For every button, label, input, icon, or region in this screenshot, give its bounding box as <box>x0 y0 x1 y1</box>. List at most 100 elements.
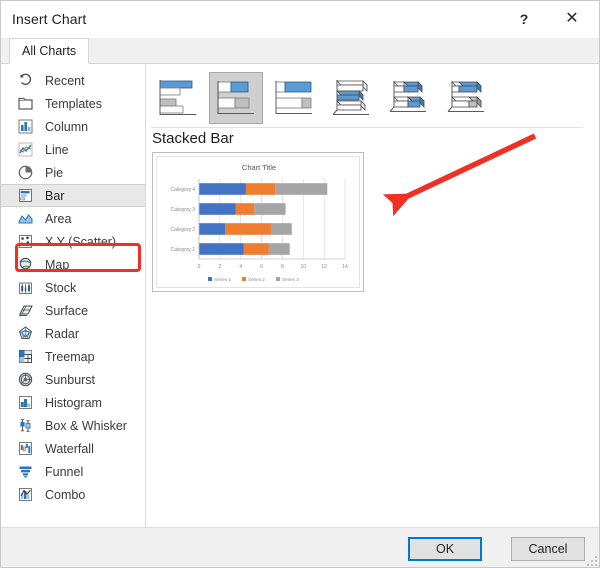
subtype-stacked-bar[interactable] <box>209 72 263 124</box>
svg-text:Series 3: Series 3 <box>282 277 299 282</box>
tab-strip: All Charts <box>1 38 599 64</box>
tab-all-charts-label: All Charts <box>22 44 77 58</box>
sidebar-item-label: Pie <box>45 165 64 180</box>
map-icon <box>19 257 32 271</box>
svg-text:8: 8 <box>281 264 284 270</box>
sidebar-item-label: Radar <box>45 326 80 341</box>
subtype-100-stacked-bar[interactable] <box>267 72 321 124</box>
scatter-icon <box>19 235 32 248</box>
funnel-icon <box>19 466 32 478</box>
insert-chart-dialog: Insert Chart ? ✕ All Charts Recent Templ… <box>0 0 600 568</box>
stacked-bar-icon <box>217 81 254 115</box>
dialog-footer: OK Cancel <box>1 527 599 567</box>
svg-text:10: 10 <box>301 264 307 270</box>
sidebar-item-label: Line <box>45 142 69 157</box>
templates-icon <box>18 97 33 110</box>
tab-all-charts[interactable]: All Charts <box>9 38 90 64</box>
svg-text:2: 2 <box>218 264 221 270</box>
svg-text:Category 3: Category 3 <box>171 207 196 213</box>
sidebar-item-line[interactable]: Line <box>1 138 145 161</box>
area-icon <box>18 214 33 224</box>
sidebar-item-box-whisker[interactable]: Box & Whisker <box>1 414 145 437</box>
gallery-divider <box>151 127 583 128</box>
bar3d-clustered-icon <box>332 80 369 115</box>
sidebar-item-recent[interactable]: Recent <box>1 69 145 92</box>
sidebar-item-bar[interactable]: Bar <box>1 184 145 207</box>
sidebar-item-pie[interactable]: Pie <box>1 161 145 184</box>
sidebar-item-label: Column <box>45 119 89 134</box>
chart-subtype-gallery[interactable] <box>151 69 591 127</box>
svg-text:Category 2: Category 2 <box>171 227 196 233</box>
sidebar-item-label: X Y (Scatter) <box>45 234 117 249</box>
sidebar-item-stock[interactable]: Stock <box>1 276 145 299</box>
help-icon[interactable]: ? <box>511 7 537 31</box>
sunburst-icon <box>18 372 33 387</box>
svg-text:Series 2: Series 2 <box>248 277 265 282</box>
sidebar-item-treemap[interactable]: Treemap <box>1 345 145 368</box>
sidebar-item-label: Histogram <box>45 395 102 410</box>
waterfall-icon <box>19 442 32 455</box>
sidebar-item-label: Bar <box>45 188 65 203</box>
svg-text:Category 4: Category 4 <box>171 187 196 193</box>
sidebar-item-label: Area <box>45 211 72 226</box>
sidebar-item-label: Treemap <box>45 349 95 364</box>
close-icon[interactable]: ✕ <box>559 7 585 31</box>
sidebar-item-waterfall[interactable]: Waterfall <box>1 437 145 460</box>
sidebar-item-sunburst[interactable]: Sunburst <box>1 368 145 391</box>
recent-icon <box>20 73 32 85</box>
treemap-icon <box>19 350 32 363</box>
histogram-icon <box>19 396 32 409</box>
svg-text:0: 0 <box>198 264 201 270</box>
sidebar-item-radar[interactable]: Radar <box>1 322 145 345</box>
svg-text:Category 1: Category 1 <box>171 247 196 253</box>
sidebar-item-label: Stock <box>45 280 77 295</box>
svg-text:Chart Title: Chart Title <box>242 163 276 172</box>
surface-icon <box>19 305 33 317</box>
page-title: Insert Chart <box>12 11 87 27</box>
sidebar-item-templates[interactable]: Templates <box>1 92 145 115</box>
cancel-button-label: Cancel <box>528 542 568 556</box>
sidebar-item-label: Templates <box>45 96 102 111</box>
sidebar-item-map[interactable]: Map <box>1 253 145 276</box>
sidebar-item-label: Waterfall <box>45 441 94 456</box>
combo-icon <box>19 488 32 501</box>
svg-text:6: 6 <box>260 264 263 270</box>
subtype-3d-clustered-bar[interactable] <box>325 72 379 124</box>
sidebar-item-area[interactable]: Area <box>1 207 145 230</box>
help-glyph: ? <box>519 11 529 27</box>
sidebar-item-label: Surface <box>45 303 89 318</box>
cancel-button[interactable]: Cancel <box>511 537 585 561</box>
sidebar-item-combo[interactable]: Combo <box>1 483 145 506</box>
pct-stacked-bar-icon <box>275 81 312 114</box>
svg-text:12: 12 <box>321 264 327 270</box>
sidebar-item-surface[interactable]: Surface <box>1 299 145 322</box>
sidebar-item-label: Funnel <box>45 464 84 479</box>
bar3d-stacked-icon <box>389 81 426 112</box>
chart-subtype-pane: Stacked Bar Chart Title 0 2 4 6 8 10 12 14 Catego… <box>147 64 599 527</box>
chart-type-list[interactable]: Recent Templates Column Line Pie Bar Are… <box>1 64 146 527</box>
resize-grip[interactable] <box>587 556 597 566</box>
line-icon <box>18 142 33 157</box>
chart-preview[interactable]: Chart Title 0 2 4 6 8 10 12 14 Category 1 Category… <box>152 152 364 292</box>
subtype-3d-stacked-bar[interactable] <box>383 72 437 124</box>
svg-text:Series 1: Series 1 <box>214 277 231 282</box>
sidebar-item-label: Box & Whisker <box>45 418 127 433</box>
sidebar-item-funnel[interactable]: Funnel <box>1 460 145 483</box>
boxwhisker-icon <box>20 419 31 432</box>
subtype-clustered-bar[interactable] <box>151 72 205 124</box>
svg-text:4: 4 <box>239 264 242 270</box>
stacked-bar-chart: Chart Title 0 2 4 6 8 10 12 14 Category 1 Category… <box>171 163 348 282</box>
sidebar-item-scatter[interactable]: X Y (Scatter) <box>1 230 145 253</box>
pie-icon <box>18 165 33 180</box>
sidebar-item-label: Combo <box>45 487 86 502</box>
ok-button[interactable]: OK <box>408 537 482 561</box>
chart-preview-inner: Chart Title 0 2 4 6 8 10 12 14 Category 1 Category… <box>156 156 360 288</box>
close-glyph: ✕ <box>565 10 579 27</box>
sidebar-item-label: Recent <box>45 73 85 88</box>
sidebar-item-label: Sunburst <box>45 372 96 387</box>
sidebar-item-histogram[interactable]: Histogram <box>1 391 145 414</box>
sidebar-item-column[interactable]: Column <box>1 115 145 138</box>
column-icon <box>18 119 33 134</box>
stock-icon <box>19 282 32 294</box>
subtype-3d-100-stacked-bar[interactable] <box>441 72 495 124</box>
